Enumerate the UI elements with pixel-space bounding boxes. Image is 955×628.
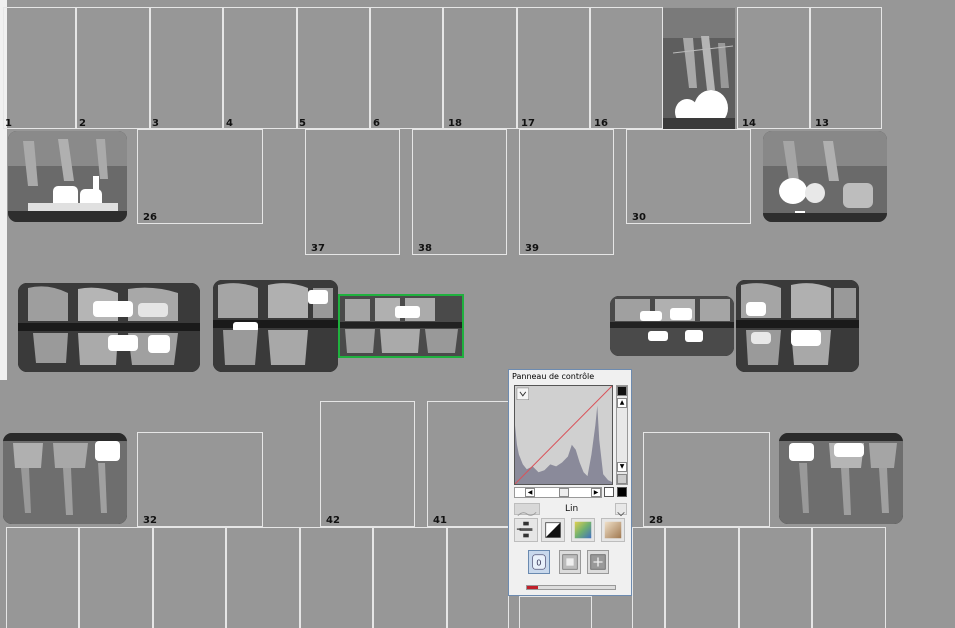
- xray-lower-left-molar[interactable]: [779, 433, 903, 524]
- histogram-curve[interactable]: [514, 385, 613, 485]
- bottom-slot[interactable]: [519, 596, 592, 628]
- control-panel[interactable]: Panneau de contrôle ▲ ▼ ◀ ▶ Lin 0: [508, 369, 632, 596]
- emboss-tool-icon[interactable]: [587, 550, 609, 574]
- scroll-right-arrow-icon[interactable]: ▶: [591, 488, 601, 497]
- xray-bitewing-left-molar[interactable]: [736, 280, 859, 372]
- top-slot-6[interactable]: [370, 7, 443, 129]
- top-slot-13[interactable]: [810, 7, 882, 129]
- slot-number: 39: [525, 243, 539, 254]
- slot-28[interactable]: [643, 432, 770, 527]
- filter-tool-icon[interactable]: 0: [528, 550, 550, 574]
- curve-mode-dropdown-icon[interactable]: [615, 503, 627, 517]
- scroll-up-arrow-icon[interactable]: ▲: [617, 398, 627, 408]
- top-slot-2[interactable]: [76, 7, 150, 129]
- top-slot-18[interactable]: [443, 7, 517, 129]
- curve-shape-button[interactable]: [514, 503, 540, 516]
- slot-number: 26: [143, 212, 157, 223]
- top-slot-4[interactable]: [223, 7, 297, 129]
- top-slot-17[interactable]: [517, 7, 590, 129]
- top-slot-16[interactable]: [590, 7, 663, 129]
- contrast-tool-icon[interactable]: [541, 518, 565, 542]
- top-slot-14[interactable]: [737, 7, 810, 129]
- bottom-slot[interactable]: [812, 527, 886, 628]
- processing-progress-bar: [526, 585, 616, 590]
- bottom-slot[interactable]: [300, 527, 373, 628]
- slot-number: 30: [632, 212, 646, 223]
- progress-fill: [527, 586, 538, 589]
- slot-number: 3: [152, 118, 159, 129]
- top-slot-5[interactable]: [297, 7, 370, 129]
- curve-mode-label: Lin: [565, 504, 579, 514]
- xray-bitewing-anterior-selected[interactable]: [338, 294, 464, 358]
- slot-number: 32: [143, 515, 157, 526]
- slot-38[interactable]: [412, 129, 507, 255]
- slot-number: 17: [521, 118, 535, 129]
- slot-39[interactable]: [519, 129, 614, 255]
- slot-26[interactable]: [137, 129, 263, 224]
- slot-number: 37: [311, 243, 325, 254]
- slot-number: 38: [418, 243, 432, 254]
- xray-bitewing-left-premolar[interactable]: [610, 296, 734, 356]
- slot-number: 4: [226, 118, 233, 129]
- bottom-slot[interactable]: [447, 527, 509, 628]
- histogram-vertical-scrollbar[interactable]: ▲ ▼: [616, 385, 628, 485]
- black-level-box: [617, 386, 627, 396]
- slot-32[interactable]: [137, 432, 263, 527]
- svg-text:0: 0: [536, 558, 541, 568]
- slot-number: 14: [742, 118, 756, 129]
- black-point-box[interactable]: [617, 487, 627, 497]
- xray-upper-left-molar[interactable]: [763, 131, 887, 222]
- scroll-left-arrow-icon[interactable]: ◀: [525, 488, 535, 497]
- sharpen-tool-icon[interactable]: [559, 550, 581, 574]
- bottom-slot[interactable]: [665, 527, 739, 628]
- slot-number: 28: [649, 515, 663, 526]
- slot-number: 16: [594, 118, 608, 129]
- slot-41[interactable]: [427, 401, 509, 527]
- bottom-slot[interactable]: [226, 527, 300, 628]
- slot-number: 13: [815, 118, 829, 129]
- sepia-tool-icon[interactable]: [601, 518, 625, 542]
- bottom-slot[interactable]: [6, 527, 79, 628]
- bottom-slot[interactable]: [373, 527, 447, 628]
- bottom-slot[interactable]: [739, 527, 812, 628]
- level-marker: [617, 474, 627, 484]
- levels-tool-icon[interactable]: [514, 518, 538, 542]
- slot-42[interactable]: [320, 401, 415, 527]
- xray-lower-right-molar[interactable]: [3, 433, 127, 524]
- slot-number: 5: [299, 118, 306, 129]
- slot-30[interactable]: [626, 129, 751, 224]
- xray-bitewing-right-molar[interactable]: [18, 283, 200, 372]
- scroll-down-arrow-icon[interactable]: ▼: [617, 462, 627, 472]
- top-slot-1[interactable]: [3, 7, 76, 129]
- color-map-tool-icon[interactable]: [571, 518, 595, 542]
- top-slot-3[interactable]: [150, 7, 223, 129]
- slot-number: 42: [326, 515, 340, 526]
- slot-number: 18: [448, 118, 462, 129]
- xray-periapical-upper[interactable]: [663, 8, 735, 129]
- bottom-slot[interactable]: [79, 527, 153, 628]
- slot-number: 6: [373, 118, 380, 129]
- slot-number: 41: [433, 515, 447, 526]
- bottom-slot[interactable]: [632, 527, 665, 628]
- scroll-thumb[interactable]: [559, 488, 569, 497]
- panel-title: Panneau de contrôle: [512, 372, 595, 381]
- xray-upper-right-molar[interactable]: [8, 131, 127, 222]
- histogram-horizontal-scrollbar[interactable]: ◀ ▶: [514, 487, 602, 498]
- xray-bitewing-right-premolar[interactable]: [213, 280, 338, 372]
- white-level-box[interactable]: [604, 487, 614, 497]
- slot-number: 1: [5, 118, 12, 129]
- slot-number: 2: [79, 118, 86, 129]
- bottom-slot[interactable]: [153, 527, 226, 628]
- slot-37[interactable]: [305, 129, 400, 255]
